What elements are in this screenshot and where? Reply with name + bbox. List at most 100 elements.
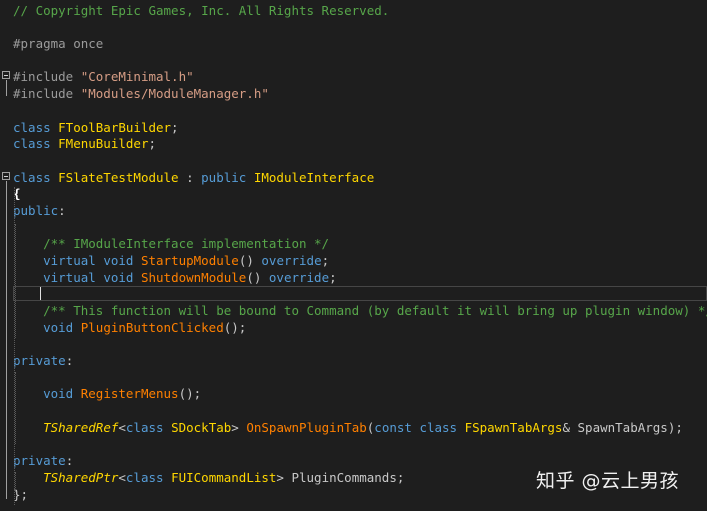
code-token: & — [562, 420, 578, 435]
code-token: "CoreMinimal.h" — [80, 69, 194, 84]
code-line[interactable] — [0, 153, 707, 169]
code-token: class — [13, 120, 59, 135]
code-token: virtual — [43, 253, 104, 268]
code-line[interactable] — [0, 53, 707, 69]
code-token: ; — [329, 270, 337, 285]
code-line[interactable]: virtual void ShutdownModule() override; — [0, 270, 707, 286]
code-token: FUICommandList — [171, 470, 277, 485]
code-line-text: /** IModuleInterface implementation */ — [13, 236, 329, 252]
code-token: PluginCommands — [291, 470, 397, 485]
code-line[interactable]: class FToolBarBuilder; — [0, 120, 707, 136]
code-line[interactable]: { — [0, 186, 707, 202]
code-line[interactable] — [0, 220, 707, 236]
code-line[interactable]: class FMenuBuilder; — [0, 136, 707, 152]
code-token: class — [13, 136, 59, 151]
code-token: private — [13, 353, 66, 368]
code-token: const — [374, 420, 420, 435]
code-token: SDockTab — [171, 420, 232, 435]
code-token: class — [125, 470, 172, 485]
code-token: (); — [178, 386, 202, 401]
code-line[interactable] — [0, 370, 707, 386]
code-token: PluginButtonClicked — [80, 320, 224, 335]
fold-collapse-icon[interactable] — [2, 172, 10, 180]
code-line[interactable]: #pragma once — [0, 36, 707, 52]
code-token: : — [58, 203, 66, 218]
code-token: : — [65, 453, 74, 468]
code-line[interactable] — [0, 20, 707, 36]
code-line-text: #pragma once — [13, 36, 103, 52]
code-token: override — [261, 253, 322, 268]
code-line-text: class FMenuBuilder; — [13, 136, 156, 152]
code-line-text: private: — [13, 353, 73, 369]
code-token: TSharedRef — [43, 420, 119, 435]
code-line[interactable]: /** IModuleInterface implementation */ — [0, 236, 707, 252]
code-token: void — [103, 253, 141, 268]
code-token: ShutdownModule — [140, 270, 247, 285]
code-token: SpawnTabArgs — [577, 420, 668, 435]
code-token: > — [231, 420, 247, 435]
code-token: < — [118, 470, 126, 485]
code-line-text: // Copyright Epic Games, Inc. All Rights… — [13, 3, 389, 19]
code-line[interactable] — [0, 403, 707, 419]
code-token: // Copyright Epic Games, Inc. All Rights… — [13, 3, 390, 18]
code-line[interactable]: void RegisterMenus(); — [0, 386, 707, 402]
code-line[interactable]: class FSlateTestModule : public IModuleI… — [0, 170, 707, 186]
code-line-text: #include "Modules/ModuleManager.h" — [13, 86, 269, 102]
code-token: (); — [223, 320, 247, 335]
code-token: private — [13, 453, 66, 468]
code-token: StartupModule — [140, 253, 239, 268]
code-line-text: TSharedRef<class SDockTab> OnSpawnPlugin… — [13, 420, 683, 436]
code-token: "Modules/ModuleManager.h" — [80, 86, 269, 101]
code-line[interactable]: public: — [0, 203, 707, 219]
code-line[interactable]: void PluginButtonClicked(); — [0, 320, 707, 336]
code-token: void — [43, 386, 81, 401]
code-token: RegisterMenus — [80, 386, 179, 401]
code-token: override — [268, 270, 330, 285]
code-token: FSlateTestModule — [58, 170, 179, 185]
code-token: public — [13, 203, 59, 218]
code-token: #pragma once — [13, 36, 104, 51]
code-line[interactable]: #include "Modules/ModuleManager.h" — [0, 86, 707, 102]
code-token: > — [276, 470, 292, 485]
code-token: : — [65, 353, 74, 368]
code-token: FMenuBuilder — [58, 136, 149, 151]
code-token: class — [419, 420, 465, 435]
code-token: OnSpawnPluginTab — [246, 420, 367, 435]
code-token: < — [118, 420, 126, 435]
code-token: FSpawnTabArgs — [464, 420, 563, 435]
code-line[interactable]: TSharedRef<class SDockTab> OnSpawnPlugin… — [0, 420, 707, 436]
code-token: ; — [171, 120, 179, 135]
code-line[interactable] — [0, 336, 707, 352]
code-line-text: virtual void StartupModule() override; — [13, 253, 329, 269]
code-line[interactable] — [0, 103, 707, 119]
code-token: ; — [396, 470, 405, 485]
code-line[interactable]: // Copyright Epic Games, Inc. All Rights… — [0, 3, 707, 19]
code-token: FToolBarBuilder — [58, 120, 172, 135]
code-line-text: void PluginButtonClicked(); — [13, 320, 246, 336]
indent-guide — [15, 372, 16, 444]
indent-guide — [15, 224, 16, 338]
fold-collapse-icon[interactable] — [2, 71, 10, 79]
code-line[interactable]: virtual void StartupModule() override; — [0, 253, 707, 269]
code-token: TSharedPtr — [43, 470, 119, 485]
code-token: class — [13, 170, 59, 185]
code-token: void — [43, 320, 81, 335]
code-token: virtual — [43, 270, 104, 285]
fold-range-line — [6, 80, 7, 96]
fold-range-line — [6, 181, 7, 499]
code-token: ); — [667, 420, 683, 435]
code-line[interactable]: #include "CoreMinimal.h" — [0, 69, 707, 85]
code-token: class — [125, 420, 172, 435]
code-line[interactable] — [0, 436, 707, 452]
code-line[interactable]: private: — [0, 353, 707, 369]
code-line-text: virtual void ShutdownModule() override; — [13, 270, 337, 286]
code-editor[interactable]: // Copyright Epic Games, Inc. All Rights… — [0, 0, 707, 511]
code-token: () — [238, 253, 262, 268]
indent-guide — [15, 472, 16, 492]
code-line[interactable]: /** This function will be bound to Comma… — [0, 303, 707, 319]
